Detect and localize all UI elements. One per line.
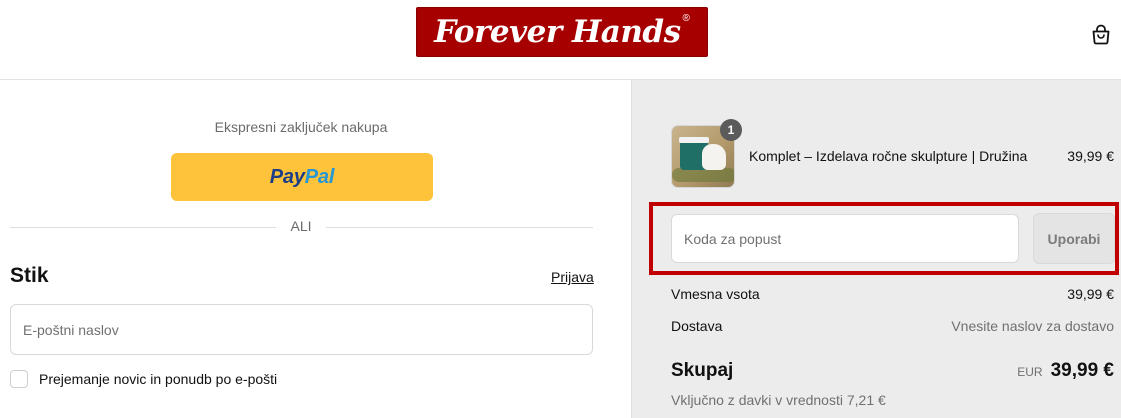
- newsletter-checkbox[interactable]: [10, 370, 28, 388]
- shopping-bag-icon: [1092, 24, 1110, 45]
- paypal-logo-pal: Pal: [304, 165, 335, 188]
- quantity-badge: 1: [720, 119, 742, 141]
- paypal-button[interactable]: PayPal: [171, 153, 433, 201]
- divider-label: ALI: [290, 218, 312, 234]
- total-currency: EUR: [1017, 365, 1043, 379]
- total-label: Skupaj: [671, 360, 734, 381]
- logo[interactable]: Forever Hands ®: [416, 7, 708, 57]
- order-summary: 1 Komplet – Izdelava ročne skulpture | D…: [631, 80, 1121, 418]
- email-field[interactable]: [10, 304, 593, 355]
- apply-discount-button[interactable]: Uporabi: [1033, 213, 1115, 264]
- newsletter-label[interactable]: Prejemanje novic in ponudb po e-pošti: [39, 371, 277, 387]
- product-name: Komplet – Izdelava ročne skulpture | Dru…: [749, 148, 1028, 164]
- express-checkout-label: Ekspresni zaključek nakupa: [214, 119, 388, 135]
- tax-note: Vključno z davki v vrednosti 7,21 €: [671, 392, 886, 408]
- header: Forever Hands ®: [0, 0, 1121, 80]
- total-amount: 39,99 €: [1050, 360, 1114, 381]
- product-price: 39,99 €: [1067, 148, 1114, 164]
- login-link[interactable]: Prijava: [551, 269, 594, 285]
- paypal-logo-pay: Pay: [269, 165, 305, 188]
- divider-line: [10, 227, 276, 228]
- contact-title: Stik: [10, 264, 49, 287]
- or-divider: ALI: [10, 218, 593, 236]
- divider-line: [326, 227, 593, 228]
- newsletter-option[interactable]: Prejemanje novic in ponudb po e-pošti: [10, 369, 277, 389]
- checkout-form: Ekspresni zaključek nakupa PayPal ALI St…: [0, 80, 631, 418]
- cart-button[interactable]: [1088, 22, 1114, 46]
- logo-registered-mark: ®: [682, 12, 690, 24]
- shipping-label: Dostava: [671, 318, 723, 334]
- shipping-value: Vnesite naslov za dostavo: [951, 318, 1114, 334]
- logo-text: Forever Hands: [434, 14, 681, 50]
- total-amount-group: EUR 39,99 €: [1017, 360, 1114, 382]
- discount-code-input[interactable]: [671, 214, 1019, 263]
- paypal-logo: PayPal: [269, 165, 335, 189]
- subtotal-label: Vmesna vsota: [671, 286, 760, 302]
- subtotal-value: 39,99 €: [1067, 286, 1114, 302]
